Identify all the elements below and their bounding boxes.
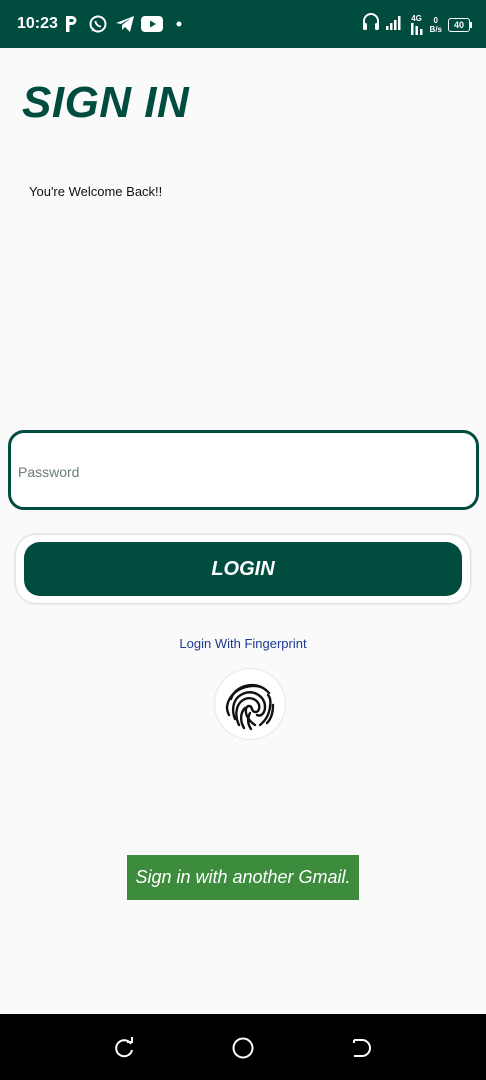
sign-in-another-gmail-button[interactable]: Sign in with another Gmail. [127,855,359,900]
telegram-icon [115,14,135,34]
battery-icon: 40 [448,17,472,32]
login-button-container: LOGIN [16,535,470,603]
network-icon: 4G [410,13,424,35]
fingerprint-login-link[interactable]: Login With Fingerprint [0,636,486,651]
dot-icon [176,14,182,34]
status-bar: 10:23 4G 0 B/s 40 [0,0,486,48]
status-time: 10:23 [17,15,58,32]
p-icon [64,14,78,34]
page-title: SIGN IN [22,78,190,127]
data-speed: 0 B/s [430,16,442,34]
home-icon[interactable] [231,1036,255,1060]
welcome-text: You're Welcome Back!! [29,184,163,199]
data-speed-value: 0 [433,15,438,25]
battery-level: 40 [453,19,464,30]
data-speed-unit: B/s [429,24,442,34]
login-button[interactable]: LOGIN [24,542,462,596]
recent-apps-icon[interactable] [112,1036,136,1060]
signal-icon [385,14,404,35]
youtube-icon [141,14,163,34]
network-type: 4G [411,13,422,23]
password-input[interactable] [18,457,458,487]
fingerprint-icon[interactable] [215,669,285,739]
navigation-bar [0,1014,486,1080]
headphones-icon [362,12,380,37]
whatsapp-icon [88,14,108,34]
password-field-container[interactable] [8,430,479,510]
back-icon[interactable] [350,1036,374,1060]
